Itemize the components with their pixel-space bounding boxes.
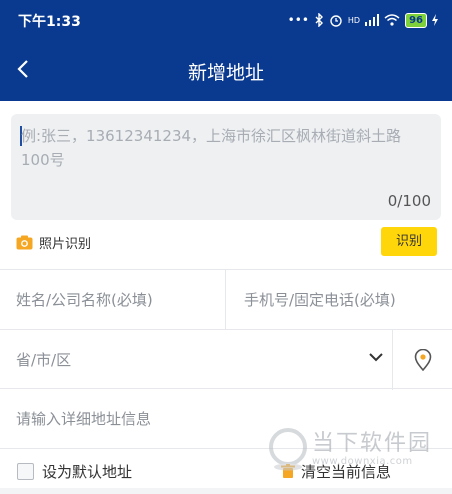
status-bar: 下午1:33 ••• HD 96 (0, 0, 452, 40)
wifi-icon (384, 14, 400, 26)
char-counter: 0/100 (387, 192, 431, 210)
region-divider (392, 330, 393, 390)
app-header: 下午1:33 ••• HD 96 新增地址 (0, 0, 452, 101)
charging-icon (432, 14, 438, 26)
location-pin-icon[interactable] (414, 349, 432, 371)
watermark-url: www.downxia.com (312, 456, 413, 467)
camera-icon (16, 235, 33, 250)
region-row: 省/市/区 (0, 329, 452, 390)
watermark-logo-icon (269, 428, 307, 471)
contact-row: 姓名/公司名称(必填) 手机号/固定电话(必填) (0, 269, 452, 330)
recognize-button[interactable]: 识别 (381, 227, 437, 256)
alarm-icon (330, 15, 342, 27)
checkbox-box (17, 463, 34, 480)
field-divider (225, 270, 226, 330)
bottom-strip (0, 488, 452, 494)
phone-field[interactable]: 手机号/固定电话(必填) (244, 270, 396, 330)
cell-signal-icon (365, 14, 380, 26)
status-icons: ••• HD 96 (288, 11, 438, 29)
more-dots-icon: ••• (287, 13, 309, 27)
hd-indicator: HD (347, 15, 361, 25)
address-placeholder: 例:张三，13612341234，上海市徐汇区枫林街道斜土路100号 (21, 127, 402, 169)
smart-address-input[interactable]: 例:张三，13612341234，上海市徐汇区枫林街道斜土路100号 0/100 (11, 114, 441, 220)
bluetooth-icon (315, 13, 323, 27)
name-field[interactable]: 姓名/公司名称(必填) (16, 270, 153, 330)
detail-address-field[interactable]: 请输入详细地址信息 (16, 389, 151, 449)
battery-icon: 96 (405, 12, 427, 28)
default-address-label: 设为默认地址 (42, 463, 133, 481)
watermark-title: 当下软件园 (312, 431, 433, 456)
photo-recognition-label: 照片识别 (39, 237, 92, 252)
page-title: 新增地址 (187, 62, 264, 84)
photo-recognition-link[interactable]: 照片识别 (16, 233, 91, 252)
region-selector[interactable]: 省/市/区 (16, 330, 71, 390)
nav-bar: 新增地址 (0, 44, 452, 100)
watermark: 当下软件园 www.downxia.com (266, 426, 438, 474)
chevron-down-icon[interactable] (369, 352, 383, 362)
status-time: 下午1:33 (18, 14, 81, 30)
default-address-checkbox[interactable]: 设为默认地址 (17, 461, 132, 482)
